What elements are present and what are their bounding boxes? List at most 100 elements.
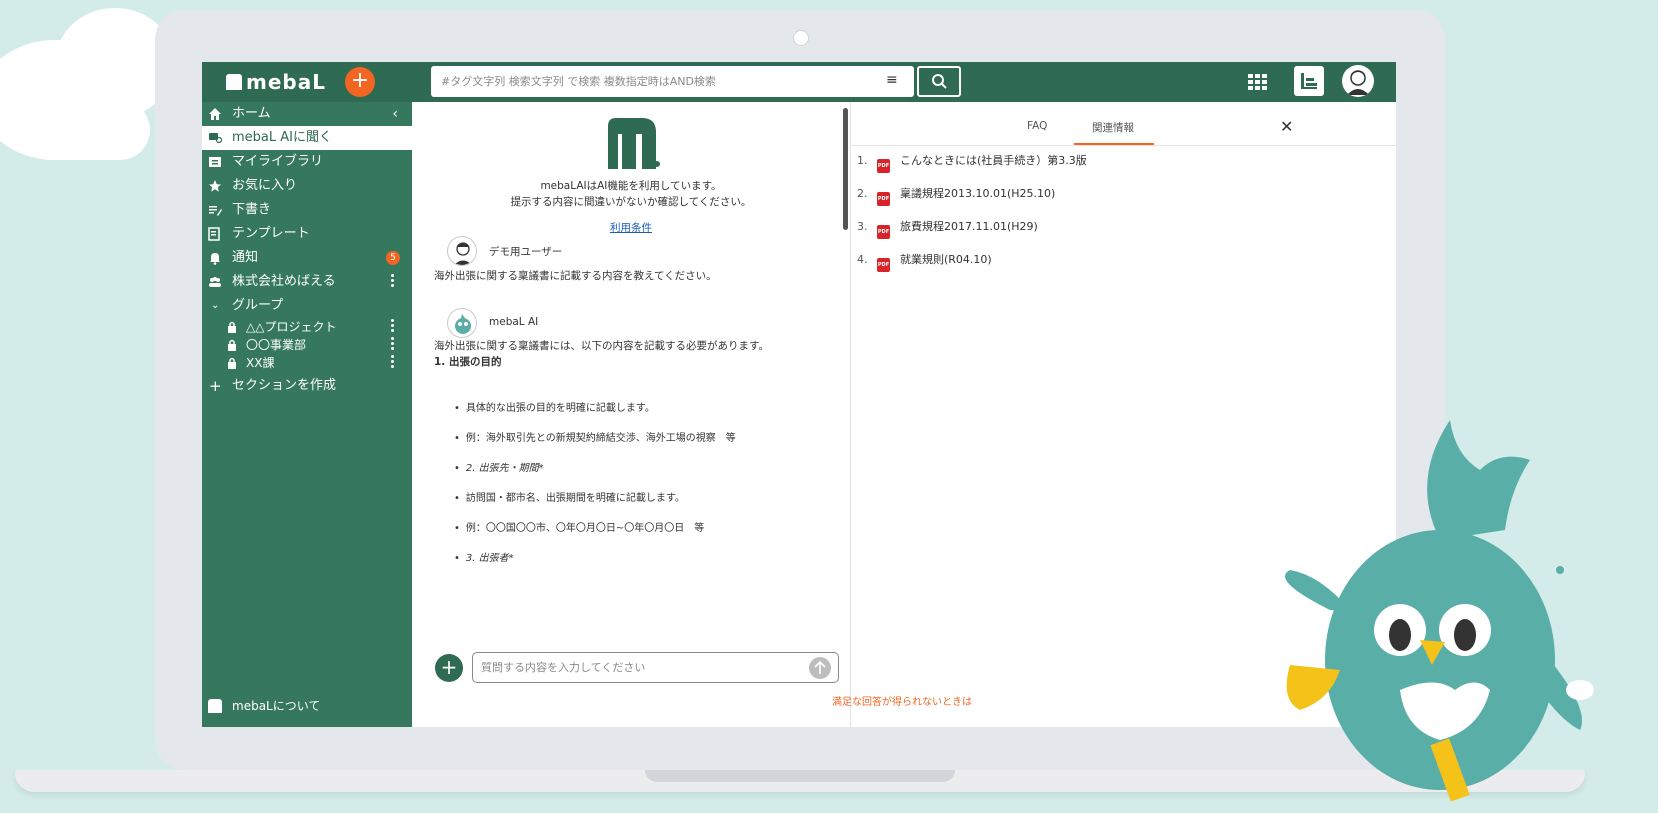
sidebar-item-mebal-ai[interactable]: mebaL AIに聞く [202,126,412,150]
more-options-icon[interactable] [391,319,394,334]
sidebar-item-company[interactable]: 株式会社めばえる [202,270,412,294]
sidebar-item-favorites[interactable]: お気に入り [202,174,412,198]
sidebar-item-templates[interactable]: テンプレート [202,222,412,246]
close-icon[interactable]: ✕ [1280,117,1293,136]
more-options-icon[interactable] [391,274,394,289]
list-item: 例：〇〇国〇〇市、〇年〇月〇日~〇年〇月〇日 等 [454,519,704,534]
add-button[interactable]: + [345,67,375,97]
pdf-icon: PDF [877,192,890,206]
pdf-icon: PDF [877,258,890,272]
group-label: XX課 [246,356,275,370]
search-box: ≡ [431,66,961,97]
lock-icon [228,321,236,333]
tab-related-info[interactable]: 関連情報 [1092,120,1134,135]
side-panel-toggle-button[interactable] [1294,66,1324,96]
create-section-label: セクションを作成 [232,378,337,393]
top-bar: mebaL + ≡ [202,62,1396,102]
sidebar: ホーム ‹ mebaL AIに聞く マイライブラリ お気に入り 下書き テンプレ… [202,102,412,727]
doc-number: 3. [857,220,868,233]
ai-message: 海外出張に関する稟議書には、以下の内容を記載する必要があります。 [434,340,769,352]
ai-heading: 1. 出張の目的 [434,356,502,368]
pdf-icon: PDF [877,159,890,173]
mebal-logo-icon [208,699,222,713]
doc-title: こんなときには(社員手続き）第3.3版 [900,154,1087,167]
ai-notice-line: mebaLAIはAI機能を利用しています。 [540,180,722,192]
chat-input[interactable] [473,653,819,682]
list-item: 具体的な出張の目的を明確に記載します。 [454,399,655,414]
more-options-icon[interactable] [391,337,394,352]
create-section-button[interactable]: + セクションを作成 [202,374,412,398]
sidebar-item-label: グループ [232,298,284,313]
sidebar-item-my-library[interactable]: マイライブラリ [202,150,412,174]
doc-number: 4. [857,253,868,266]
sidebar-item-drafts[interactable]: 下書き [202,198,412,222]
chat-panel: mebaLAIはAI機能を利用しています。 提示する内容に間違いがないか確認して… [412,102,850,727]
about-label: mebaLについて [232,699,321,713]
about-mebal-link[interactable]: mebaLについて [202,694,412,718]
list-item: 訪問国・都市名、出張期間を明確に記載します。 [454,489,685,504]
ai-name: mebaL AI [489,316,539,328]
chat-attach-button[interactable]: + [435,654,463,682]
group-label: 〇〇事業部 [246,338,307,352]
tab-faq[interactable]: FAQ [1027,120,1047,132]
doc-number: 2. [857,187,868,200]
more-options-icon[interactable] [391,355,394,370]
user-avatar [447,236,477,266]
bell-icon [210,253,220,265]
unsatisfied-answer-link[interactable]: 満足な回答が得られないときは [832,693,1232,708]
document-item[interactable]: 4. PDF 就業規則(R04.10) [857,252,992,272]
sidebar-item-groups[interactable]: ⌄ グループ [202,294,412,318]
mascot-bird-illustration [1285,420,1594,802]
sidebar-item-label: ホーム [232,106,271,121]
chevron-down-icon: ⌄ [211,300,220,311]
active-tab-indicator [1074,143,1154,145]
list-item: 3. 出張者* [454,549,514,564]
user-avatar[interactable] [1342,65,1374,97]
avatar-icon [1347,70,1369,95]
arrow-up-icon [814,660,826,674]
search-icon [932,74,947,89]
sidebar-item-label: テンプレート [232,226,310,241]
list-item: 2. 出張先・期間* [454,459,544,474]
document-item[interactable]: 2. PDF 稟議規程2013.10.01(H25.10) [857,186,1056,206]
group-item[interactable]: △△プロジェクト [202,318,412,336]
laptop-camera [793,30,809,46]
chat-scrollbar[interactable] [843,108,848,230]
search-input[interactable] [431,66,881,97]
search-button[interactable] [917,66,961,97]
chat-input-box [472,652,839,683]
document-item[interactable]: 1. PDF こんなときには(社員手続き）第3.3版 [857,153,1087,173]
terms-link[interactable]: 利用条件 [412,220,850,235]
home-icon [209,108,221,120]
app-logo[interactable]: mebaL [226,70,326,94]
sidebar-item-notifications[interactable]: 通知 5 [202,246,412,270]
plus-icon: + [209,377,222,395]
logo-text: mebaL [246,70,326,94]
collapse-chevron-icon[interactable]: ‹ [392,102,398,126]
doc-title: 旅費規程2017.11.01(H29) [900,220,1038,233]
document-item[interactable]: 3. PDF 旅費規程2017.11.01(H29) [857,219,1038,239]
lock-icon [228,357,236,369]
laptop-base-notch [645,770,955,782]
doc-title: 稟議規程2013.10.01(H25.10) [900,187,1056,200]
filter-icon[interactable]: ≡ [886,72,898,88]
apps-grid-icon[interactable] [1247,71,1269,93]
group-item[interactable]: 〇〇事業部 [202,336,412,354]
send-button[interactable] [809,657,831,679]
star-icon [209,180,221,192]
app-screen: mebaL + ≡ ホーム ‹ [202,62,1396,727]
group-item[interactable]: XX課 [202,354,412,372]
ai-avatar [447,308,477,338]
user-name: デモ用ユーザー [489,246,563,258]
mebal-ai-logo-icon [608,118,660,169]
people-icon [209,277,221,287]
doc-title: 就業規則(R04.10) [900,253,992,266]
sidebar-item-label: 通知 [232,250,259,265]
sidebar-item-home[interactable]: ホーム ‹ [202,102,412,126]
sidebar-item-label: 株式会社めばえる [232,274,336,289]
sidebar-item-label: 下書き [232,202,272,217]
sidebar-item-label: マイライブラリ [232,154,324,169]
library-icon [209,157,221,167]
logo-mark-icon [226,74,242,90]
person-icon [454,242,472,265]
